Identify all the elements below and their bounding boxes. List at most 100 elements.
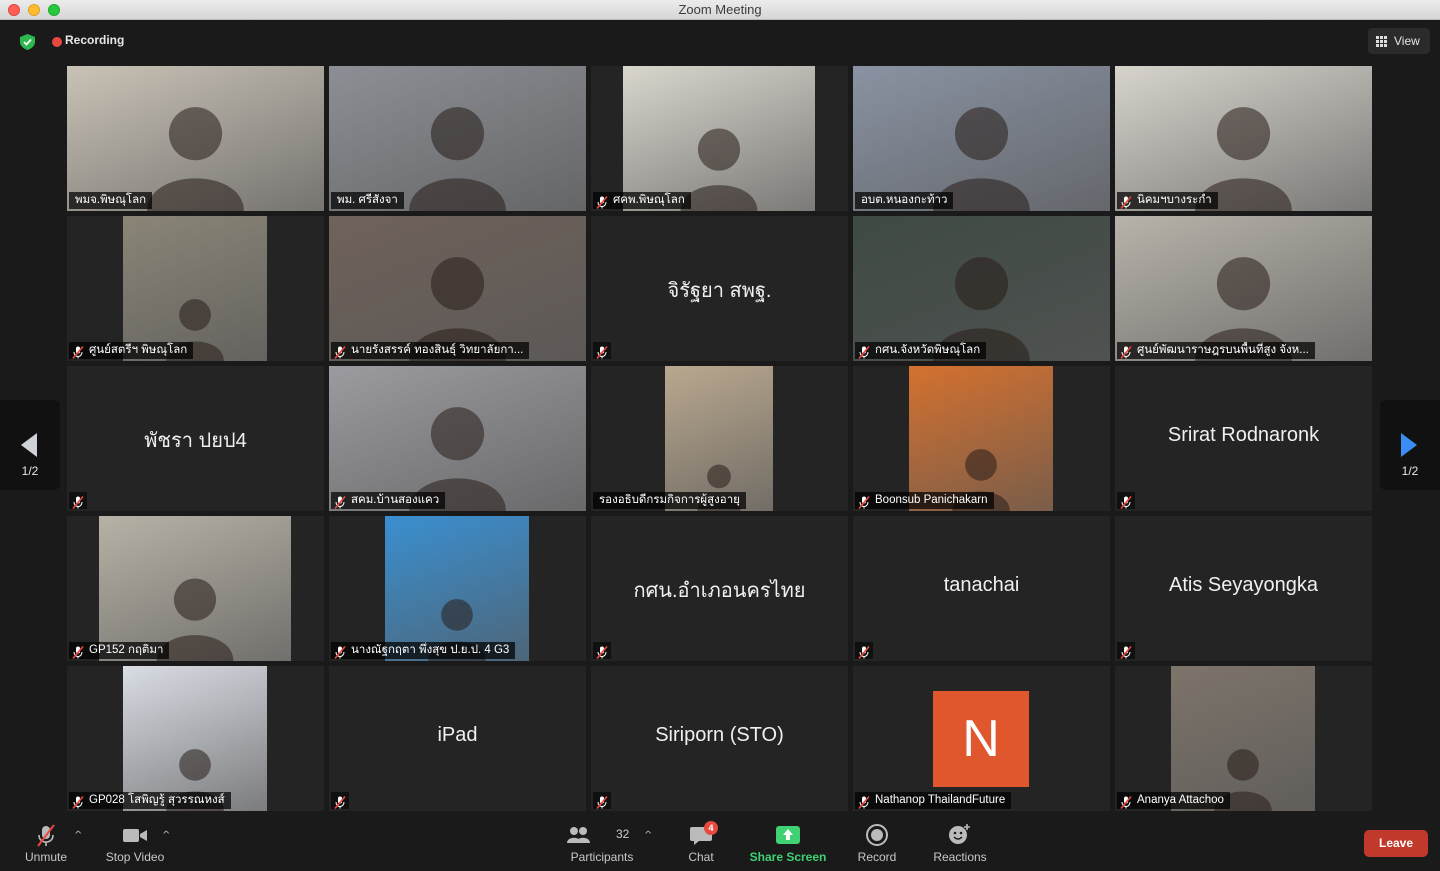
mic-muted-icon — [72, 494, 84, 510]
mic-muted-icon — [858, 644, 870, 660]
mic-muted-icon — [1120, 644, 1132, 660]
participant-tile[interactable]: สคม.บ้านสองแคว — [329, 366, 586, 511]
participant-tile[interactable]: พมจ.พิษณุโลก — [67, 66, 324, 211]
participant-tile[interactable]: N Nathanop ThailandFuture — [853, 666, 1110, 811]
mic-muted-icon — [334, 644, 346, 660]
participant-name: ศูนย์สตรีฯ พิษณุโลก — [69, 342, 194, 359]
participant-tile[interactable]: Srirat Rodnaronk — [1115, 366, 1372, 511]
mic-muted-icon — [334, 794, 346, 810]
participants-icon — [566, 827, 590, 843]
mic-muted-icon — [72, 644, 84, 660]
unmute-label: Unmute — [24, 850, 68, 864]
participant-video — [123, 216, 267, 361]
person-silhouette-icon — [409, 107, 506, 211]
participants-options-caret[interactable]: ^ — [644, 830, 652, 841]
person-silhouette-icon — [147, 107, 244, 211]
participant-tile[interactable]: ศูนย์สตรีฯ พิษณุโลก — [67, 216, 324, 361]
participants-label: Participants — [570, 850, 634, 864]
record-label: Record — [857, 850, 897, 864]
participant-video — [99, 516, 291, 661]
participant-tile[interactable]: Siriporn (STO) — [591, 666, 848, 811]
participant-name: Ananya Attachoo — [1117, 792, 1230, 809]
participant-display-name: iPad — [437, 724, 478, 746]
mic-status — [593, 792, 611, 810]
participant-name: นิคมฯบางระกำ — [1117, 192, 1218, 209]
participant-tile[interactable]: กศน.อำเภอนครไทย — [591, 516, 848, 661]
meeting-topbar: Recording View — [0, 20, 1440, 64]
participant-name: นางณัฐกฤตา พึ่งสุข ป.ย.ป. 4 G3 — [331, 642, 516, 659]
participant-video — [329, 66, 586, 211]
participant-tile[interactable]: Ananya Attachoo — [1115, 666, 1372, 811]
window-titlebar: Zoom Meeting — [0, 0, 1440, 20]
person-silhouette-icon — [933, 107, 1030, 211]
participant-tile[interactable]: จิรัฐยา สพฐ. — [591, 216, 848, 361]
participant-display-name: จิรัฐยา สพฐ. — [667, 280, 772, 302]
unmute-button[interactable]: Unmute — [14, 816, 78, 871]
mic-muted-icon — [1120, 194, 1132, 210]
mic-muted-icon — [858, 494, 870, 510]
participant-video — [385, 516, 529, 661]
share-screen-button[interactable]: Share Screen — [746, 816, 830, 871]
participant-display-name: tanachai — [943, 574, 1020, 596]
arrow-left-icon — [21, 433, 37, 457]
person-silhouette-icon — [1214, 749, 1272, 811]
participant-tile[interactable]: tanachai — [853, 516, 1110, 661]
person-silhouette-icon — [428, 599, 486, 661]
mic-muted-icon — [72, 344, 84, 360]
mic-muted-icon — [596, 344, 608, 360]
person-silhouette-icon — [409, 257, 506, 361]
participant-tile[interactable]: อบต.หนองกะท้าว — [853, 66, 1110, 211]
participant-tile[interactable]: GP152 กฤติมา — [67, 516, 324, 661]
record-button[interactable]: Record — [850, 816, 904, 871]
previous-page-button[interactable]: 1/2 — [0, 400, 60, 490]
participant-tile[interactable]: Boonsub Panichakarn — [853, 366, 1110, 511]
participant-tile[interactable]: พัชรา ปยป4 — [67, 366, 324, 511]
mic-muted-icon — [596, 794, 608, 810]
share-screen-label: Share Screen — [749, 850, 827, 864]
person-silhouette-icon — [952, 449, 1010, 511]
audio-options-caret[interactable]: ^ — [74, 830, 82, 841]
reactions-button[interactable]: Reactions — [926, 816, 994, 871]
participant-tile[interactable]: รองอธิบดีกรมกิจการผู้สูงอายุ — [591, 366, 848, 511]
window-title: Zoom Meeting — [678, 2, 762, 17]
recording-dot-icon — [52, 37, 62, 47]
person-silhouette-icon — [1195, 257, 1292, 361]
participant-tile[interactable]: Atis Seyayongka — [1115, 516, 1372, 661]
video-options-caret[interactable]: ^ — [162, 830, 170, 841]
participant-display-name: พัชรา ปยป4 — [144, 430, 247, 452]
participant-video — [123, 666, 267, 811]
participants-button[interactable]: 32 Participants — [562, 816, 642, 871]
stop-video-button[interactable]: Stop Video — [100, 816, 170, 871]
participant-tile[interactable]: นางณัฐกฤตา พึ่งสุข ป.ย.ป. 4 G3 — [329, 516, 586, 661]
participant-display-name: Atis Seyayongka — [1169, 574, 1318, 596]
chat-label: Chat — [688, 850, 714, 864]
participant-tile[interactable]: กศน.จังหวัดพิษณุโลก — [853, 216, 1110, 361]
participant-tile[interactable]: พม. ศรีสังจา — [329, 66, 586, 211]
gallery-grid-icon — [1376, 36, 1387, 47]
leave-meeting-button[interactable]: Leave — [1364, 830, 1428, 857]
participant-video — [853, 216, 1110, 361]
mic-status — [69, 492, 87, 510]
next-page-button[interactable]: 1/2 — [1380, 400, 1440, 490]
participant-tile[interactable]: นิคมฯบางระกำ — [1115, 66, 1372, 211]
participant-tile[interactable]: iPad — [329, 666, 586, 811]
chat-button[interactable]: 4 Chat — [680, 816, 722, 871]
participant-video — [67, 66, 324, 211]
mic-status — [1117, 642, 1135, 660]
participant-tile[interactable]: ศูนย์พัฒนาราษฎรบนพื้นที่สูง จังห... — [1115, 216, 1372, 361]
participant-name: GP152 กฤติมา — [69, 642, 170, 659]
mic-status — [593, 642, 611, 660]
mic-muted-icon — [858, 344, 870, 360]
participant-tile[interactable]: GP028 โสพิญรู้ สุวรรณหงส์ — [67, 666, 324, 811]
video-camera-icon — [123, 829, 147, 842]
participant-video — [665, 366, 773, 511]
participant-display-name: กศน.อำเภอนครไทย — [633, 580, 806, 602]
participant-name: รองอธิบดีกรมกิจการผู้สูงอายุ — [593, 492, 746, 509]
participant-tile[interactable]: นายรังสรรค์ ทองสินธุ์ วิทยาลัยกา... — [329, 216, 586, 361]
arrow-right-icon — [1401, 433, 1417, 457]
meeting-toolbar: Unmute ^ Stop Video ^ 32 Participants ^ … — [0, 816, 1440, 871]
view-button[interactable]: View — [1368, 28, 1430, 54]
page-indicator-left: 1/2 — [21, 464, 39, 478]
security-shield-icon[interactable] — [20, 34, 35, 50]
participant-tile[interactable]: ศคพ.พิษณุโลก — [591, 66, 848, 211]
